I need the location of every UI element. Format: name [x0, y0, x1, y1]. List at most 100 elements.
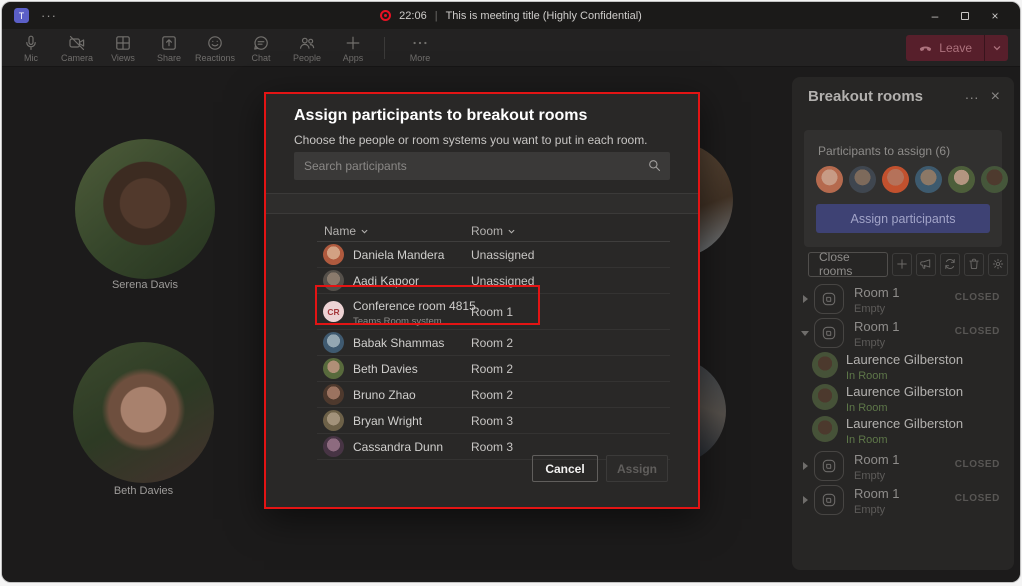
- leave-options-button[interactable]: [984, 35, 1008, 61]
- panel-more-button[interactable]: ···: [965, 90, 979, 104]
- toolbar-label: Chat: [251, 53, 270, 63]
- avatar: [323, 244, 344, 265]
- minimize-button[interactable]: –: [920, 3, 950, 28]
- panel-title: Breakout rooms: [808, 88, 953, 105]
- close-button[interactable]: ×: [980, 3, 1010, 28]
- grid-views-icon: [114, 34, 132, 52]
- room-participant-row[interactable]: Laurence Gilberston In Room: [792, 414, 1014, 446]
- participant-name: Bryan Wright: [353, 414, 422, 428]
- assigned-room: Room 2: [471, 388, 513, 402]
- room-status-badge: CLOSED: [955, 459, 1000, 470]
- name-column-header[interactable]: Name: [317, 224, 471, 238]
- titlebar: T ··· 22:06 | This is meeting title (Hig…: [2, 2, 1020, 29]
- room-settings-button[interactable]: [988, 253, 1008, 276]
- titlebar-divider: |: [435, 10, 438, 22]
- table-row[interactable]: Babak Shammas Room 2: [317, 330, 670, 356]
- toolbar-apps-button[interactable]: Apps: [330, 29, 376, 66]
- toolbar-label: More: [410, 53, 431, 63]
- chevron-down-icon: [992, 43, 1002, 53]
- toolbar-share-button[interactable]: Share: [146, 29, 192, 66]
- participant-name: Laurence Gilberston: [846, 384, 963, 399]
- chevron-down-icon[interactable]: [801, 331, 809, 336]
- cancel-button[interactable]: Cancel: [532, 455, 598, 482]
- toolbar-more-button[interactable]: More: [393, 29, 447, 66]
- share-screen-icon: [160, 34, 178, 52]
- avatar: [323, 332, 344, 353]
- room-column-header[interactable]: Room: [471, 224, 516, 238]
- leave-label: Leave: [939, 41, 972, 55]
- room-participant-row[interactable]: Laurence GilberstonIn Room: [792, 382, 1014, 414]
- assigned-room: Unassigned: [471, 248, 534, 262]
- assign-button[interactable]: Assign: [606, 455, 668, 482]
- delete-rooms-button[interactable]: [964, 253, 984, 276]
- table-row-conference-room[interactable]: CRConference room 4815Teams Room system …: [317, 294, 670, 330]
- announcement-button[interactable]: [916, 253, 936, 276]
- titlebar-menu-button[interactable]: ···: [41, 11, 57, 21]
- avatar: [323, 436, 344, 457]
- room-row[interactable]: Room 1Empty CLOSED: [792, 449, 1014, 483]
- add-room-button[interactable]: [892, 253, 912, 276]
- breakout-room-icon: [814, 284, 844, 314]
- participants-table: Name Room Daniela Mandera Unassigned Aad…: [317, 221, 670, 460]
- more-dots-icon: [411, 34, 429, 52]
- room-status-badge: CLOSED: [955, 493, 1000, 504]
- avatar: [882, 166, 909, 193]
- participant-name: Laurence Gilberston: [846, 416, 963, 431]
- room-occupancy: Empty: [854, 303, 900, 315]
- search-participants-input[interactable]: [294, 152, 670, 180]
- room-row[interactable]: Room 1Empty CLOSED: [792, 282, 1014, 316]
- maximize-button[interactable]: [950, 3, 980, 28]
- toolbar-chat-button[interactable]: Chat: [238, 29, 284, 66]
- settings-gear-icon: [991, 257, 1005, 271]
- close-rooms-button[interactable]: Close rooms: [808, 252, 888, 277]
- people-icon: [298, 34, 316, 52]
- chevron-right-icon[interactable]: [803, 496, 808, 504]
- room-occupancy: Empty: [854, 337, 900, 349]
- meeting-time: 22:06: [399, 10, 427, 22]
- room-occupancy: Empty: [854, 470, 900, 482]
- search-icon: [647, 158, 662, 178]
- room-status-badge: CLOSED: [955, 326, 1000, 337]
- participants-to-assign-card: Participants to assign (6) Assign partic…: [804, 130, 1002, 247]
- teams-meeting-window: T ··· 22:06 | This is meeting title (Hig…: [2, 2, 1020, 582]
- participant-name: Laurence Gilberston: [846, 352, 963, 367]
- participant-status: In Room: [846, 434, 963, 446]
- table-row[interactable]: Aadi Kapoor Unassigned: [317, 268, 670, 294]
- table-row[interactable]: Beth Davies Room 2: [317, 356, 670, 382]
- hangup-phone-icon: [918, 41, 933, 56]
- room-row[interactable]: Room 1Empty CLOSED: [792, 483, 1014, 517]
- toolbar-reactions-button[interactable]: Reactions: [192, 29, 238, 66]
- table-row[interactable]: Bruno Zhao Room 2: [317, 382, 670, 408]
- panel-close-button[interactable]: ×: [991, 90, 1000, 104]
- table-header-row: Name Room: [317, 221, 670, 242]
- toolbar-camera-button[interactable]: Camera: [54, 29, 100, 66]
- chevron-down-icon: [360, 227, 369, 236]
- dialog-title: Assign participants to breakout rooms: [294, 107, 587, 125]
- room-name: Room 1: [854, 319, 900, 334]
- toolbar-label: Reactions: [195, 53, 235, 63]
- toolbar-views-button[interactable]: Views: [100, 29, 146, 66]
- toolbar-mic-button[interactable]: Mic: [8, 29, 54, 66]
- sync-icon: [943, 257, 957, 271]
- avatar-initials: CR: [323, 301, 344, 322]
- table-row[interactable]: Bryan Wright Room 3: [317, 408, 670, 434]
- chevron-right-icon[interactable]: [803, 295, 808, 303]
- room-name: Room 1: [854, 486, 900, 501]
- assign-participants-button[interactable]: Assign participants: [816, 204, 990, 233]
- table-row[interactable]: Daniela Mandera Unassigned: [317, 242, 670, 268]
- participant-subtitle: Teams Room system: [353, 316, 476, 327]
- toolbar-people-button[interactable]: People: [284, 29, 330, 66]
- avatar: [849, 166, 876, 193]
- recreate-rooms-button[interactable]: [940, 253, 960, 276]
- add-room-icon: [895, 257, 909, 271]
- meeting-title: This is meeting title (Highly Confidenti…: [446, 10, 642, 22]
- chevron-right-icon[interactable]: [803, 462, 808, 470]
- camera-off-icon: [68, 34, 86, 52]
- room-row[interactable]: Room 1 Empty CLOSED: [792, 316, 1014, 350]
- toolbar-label: Apps: [343, 53, 364, 63]
- leave-button[interactable]: Leave: [906, 35, 984, 61]
- room-participant-row[interactable]: Laurence GilberstonIn Room: [792, 350, 1014, 382]
- toolbar-label: Camera: [61, 53, 93, 63]
- dialog-subtitle: Choose the people or room systems you wa…: [294, 133, 648, 147]
- participant-name: Aadi Kapoor: [353, 274, 419, 288]
